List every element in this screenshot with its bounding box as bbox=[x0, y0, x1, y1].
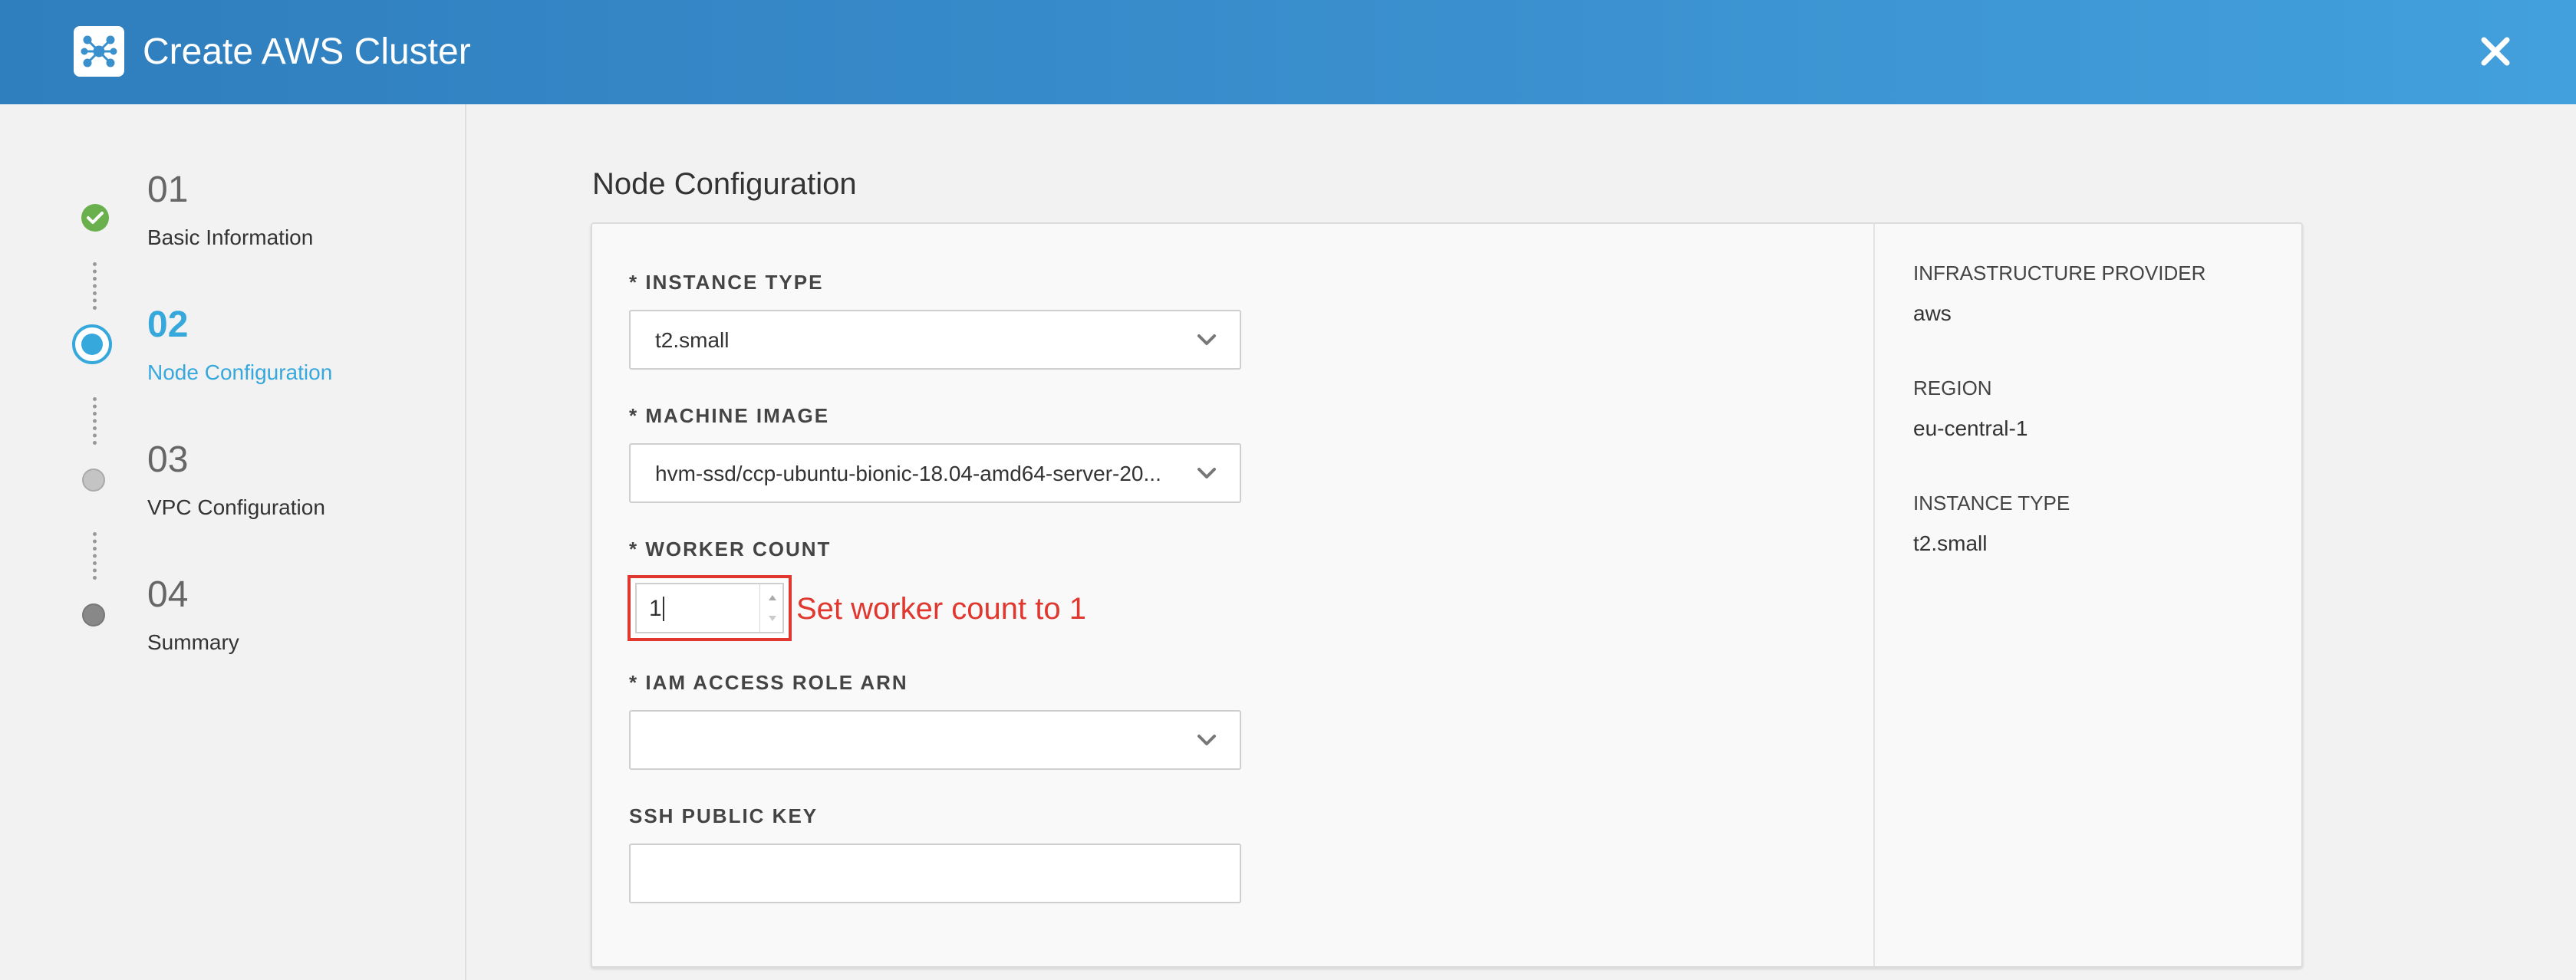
infrastructure-provider-value: aws bbox=[1913, 301, 1952, 325]
step-number-4[interactable]: 04 bbox=[147, 574, 188, 617]
worker-count-stepper[interactable]: 1 bbox=[635, 583, 784, 633]
worker-count-highlight: 1 bbox=[628, 575, 792, 641]
region-value: eu-central-1 bbox=[1913, 416, 2028, 440]
step-connector bbox=[93, 262, 97, 310]
machine-image-value: hvm-ssd/ccp-ubuntu-bionic-18.04-amd64-se… bbox=[655, 462, 1161, 485]
decrement-icon[interactable] bbox=[766, 613, 779, 624]
step-complete-icon bbox=[81, 204, 109, 232]
increment-icon[interactable] bbox=[766, 592, 779, 603]
chevron-down-icon bbox=[1197, 735, 1216, 745]
instance-type-value: t2.small bbox=[655, 328, 730, 352]
step-label-node-configuration[interactable]: Node Configuration bbox=[147, 359, 332, 386]
step-label-basic-information[interactable]: Basic Information bbox=[147, 224, 313, 252]
instance-type-label: * INSTANCE TYPE bbox=[629, 271, 824, 294]
chevron-down-icon bbox=[1197, 468, 1216, 478]
machine-image-label: * MACHINE IMAGE bbox=[629, 404, 830, 427]
spin-buttons bbox=[759, 584, 785, 632]
worker-count-value: 1 bbox=[649, 596, 662, 621]
section-title: Node Configuration bbox=[592, 167, 857, 201]
step-label-vpc-configuration[interactable]: VPC Configuration bbox=[147, 494, 325, 521]
step-pending-icon bbox=[82, 469, 105, 492]
machine-image-select[interactable]: hvm-ssd/ccp-ubuntu-bionic-18.04-amd64-se… bbox=[629, 443, 1241, 503]
close-button[interactable] bbox=[2473, 29, 2518, 74]
instance-type-select[interactable]: t2.small bbox=[629, 310, 1241, 370]
region-label: REGION bbox=[1913, 377, 1992, 400]
step-active-icon bbox=[72, 324, 112, 364]
step-label-summary[interactable]: Summary bbox=[147, 629, 239, 656]
chevron-down-icon bbox=[1197, 334, 1216, 345]
summary-instance-type-value: t2.small bbox=[1913, 531, 1988, 555]
text-caret bbox=[663, 597, 664, 621]
infrastructure-provider-label: INFRASTRUCTURE PROVIDER bbox=[1913, 261, 2206, 284]
step-connector bbox=[93, 532, 97, 580]
step-number-3[interactable]: 03 bbox=[147, 439, 188, 482]
close-icon bbox=[2481, 37, 2510, 66]
page-title: Create AWS Cluster bbox=[143, 31, 471, 72]
step-number-2[interactable]: 02 bbox=[147, 304, 188, 347]
app-header: Create AWS Cluster bbox=[0, 0, 2576, 104]
summary-instance-type-label: INSTANCE TYPE bbox=[1913, 492, 2070, 515]
step-number-1[interactable]: 01 bbox=[147, 169, 188, 212]
iam-role-select[interactable] bbox=[629, 710, 1241, 770]
step-connector bbox=[93, 397, 97, 445]
annotation-text: Set worker count to 1 bbox=[796, 592, 1086, 626]
iam-role-label: * IAM ACCESS ROLE ARN bbox=[629, 671, 908, 694]
ssh-key-input[interactable] bbox=[629, 844, 1241, 903]
step-pending-icon bbox=[82, 603, 105, 626]
panel-divider bbox=[1873, 224, 1875, 966]
cluster-icon bbox=[74, 26, 124, 77]
worker-count-label: * WORKER COUNT bbox=[629, 538, 832, 561]
ssh-key-label: SSH PUBLIC KEY bbox=[629, 804, 819, 827]
